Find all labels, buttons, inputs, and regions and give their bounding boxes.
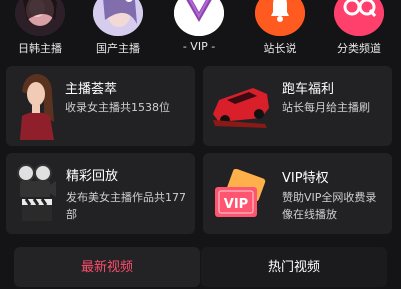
card-title: VIP特权 <box>282 171 329 186</box>
oq-logo-icon <box>334 0 384 36</box>
svg-text:VIP: VIP <box>224 197 248 212</box>
avatar <box>93 0 143 36</box>
card-title: 跑车福利 <box>282 82 335 97</box>
card-title: 主播荟萃 <box>65 82 118 97</box>
nav-label: 国产主播 <box>96 42 140 55</box>
film-camera-clapboard-icon <box>16 163 58 223</box>
avatar <box>15 0 65 36</box>
nav-item-domestic[interactable]: 国产主播 <box>78 0 158 62</box>
card-subtitle: 赞助VIP全网收费录像在线播放 <box>282 191 377 221</box>
nav-item-categories[interactable]: 分类频道 <box>319 0 399 62</box>
tab-latest-videos[interactable]: 最新视频 <box>14 247 200 287</box>
category-nav: 日韩主播 国产主播 - VIP - 站长说 分类频道 <box>0 0 401 62</box>
nav-item-vip[interactable]: - VIP - <box>159 0 239 62</box>
tab-popular-videos[interactable]: 热门视频 <box>201 247 387 287</box>
card-sports-car[interactable]: 跑车福利 站长每月给主播刷 <box>203 66 392 146</box>
card-subtitle: 发布美女主播作品共177部 <box>66 191 186 221</box>
nav-label: 站长说 <box>263 42 297 55</box>
woman-portrait-icon <box>14 72 58 140</box>
nav-label: - VIP - <box>182 40 216 53</box>
card-replays[interactable]: 精彩回放 发布美女主播作品共177部 <box>6 153 195 234</box>
nav-item-japan-korea[interactable]: 日韩主播 <box>0 0 80 62</box>
vip-tickets-icon: VIP <box>211 169 271 223</box>
card-title: 精彩回放 <box>66 169 119 184</box>
card-anchors[interactable]: 主播荟萃 收录女主播共1538位 <box>6 66 195 146</box>
card-vip-privileges[interactable]: VIP VIP特权 赞助VIP全网收费录像在线播放 <box>203 153 392 234</box>
bell-icon <box>255 0 305 36</box>
card-subtitle: 收录女主播共1538位 <box>65 101 170 114</box>
nav-label: 日韩主播 <box>18 42 62 55</box>
card-subtitle: 站长每月给主播刷 <box>282 101 370 114</box>
nav-item-announcements[interactable]: 站长说 <box>240 0 320 62</box>
nav-label: 分类频道 <box>337 42 381 55</box>
vip-v-icon <box>174 0 224 36</box>
red-sports-car-icon <box>209 80 271 132</box>
